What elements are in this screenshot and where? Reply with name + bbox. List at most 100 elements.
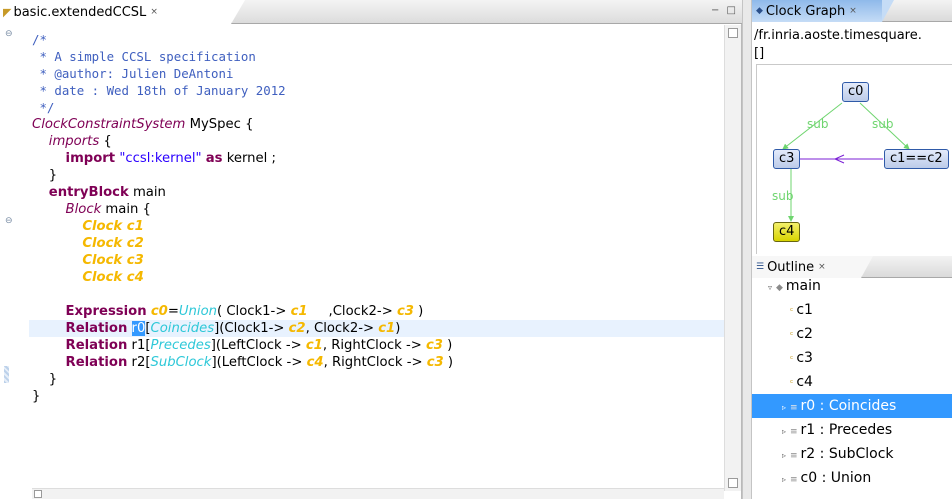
fold-collapse-icon[interactable]: ⊖ <box>5 29 13 39</box>
code-token: Expression <box>65 304 147 319</box>
vertical-scrollbar[interactable] <box>724 25 741 491</box>
code-line[interactable]: import "ccsl:kernel" as kernel ; <box>32 150 724 167</box>
outline-item[interactable]: ▹ ≡ r1 : Precedes <box>752 418 952 442</box>
outline-item-label: r0 : Coincides <box>800 398 897 414</box>
code-token: , RightClock -> <box>323 355 427 370</box>
code-line[interactable]: Relation r2[SubClock](LeftClock -> c4, R… <box>32 354 724 371</box>
ccsl-file-icon: ◤ <box>3 5 12 19</box>
outline-item[interactable]: ▹ ≡ r0 : Coincides <box>752 394 952 418</box>
outline-item-label: c3 <box>796 350 813 366</box>
element-icon: ≡ <box>790 451 798 461</box>
code-line[interactable]: Clock c2 <box>32 235 724 252</box>
graph-node-c0[interactable]: c0 <box>842 82 870 102</box>
code-token: /* <box>32 32 47 47</box>
scroll-up-icon[interactable] <box>728 28 738 38</box>
tab-clock-graph[interactable]: ◆ Clock Graph × <box>752 0 894 22</box>
selected-token: r0 <box>131 321 146 336</box>
outline-item[interactable]: ▿ ◆ main <box>752 274 952 298</box>
outline-item-label: r1 : Precedes <box>800 422 893 438</box>
close-icon[interactable]: × <box>818 262 826 272</box>
edge-label-sub: sub <box>872 117 894 131</box>
code-line[interactable] <box>32 286 724 303</box>
code-line[interactable]: * A simple CCSL specification <box>32 48 724 65</box>
code-token: ](Clock1-> <box>214 321 289 336</box>
code-token: r1[ <box>127 338 151 353</box>
code-token: , RightClock -> <box>322 338 426 353</box>
code-line[interactable]: */ <box>32 99 724 116</box>
code-line[interactable]: } <box>32 388 724 405</box>
editor-tabbar: ◤ basic.extendedCCSL × − □ <box>0 0 742 24</box>
graph-node-c4[interactable]: c4 <box>773 222 801 242</box>
expand-twisty-icon[interactable]: ▿ <box>764 276 776 300</box>
code-line[interactable]: * @author: Julien DeAntoni <box>32 65 724 82</box>
code-line[interactable]: * date : Wed 18th of January 2012 <box>32 82 724 99</box>
code-line[interactable]: Relation r0[Coincides](Clock1-> c2, Cloc… <box>29 320 724 337</box>
code-line[interactable]: } <box>32 371 724 388</box>
code-token: c2 <box>288 321 306 336</box>
outline-item[interactable]: ᶜ c1 <box>752 298 952 322</box>
code-line[interactable]: ClockConstraintSystem MySpec { <box>32 116 724 133</box>
code-token: } <box>32 389 41 404</box>
graph-node-c3[interactable]: c3 <box>773 149 801 169</box>
code-token: } <box>32 372 58 387</box>
code-token: Clock c3 <box>82 253 144 268</box>
code-line[interactable]: Relation r1[Precedes](LeftClock -> c1, R… <box>32 337 724 354</box>
scroll-left-icon[interactable] <box>34 490 42 498</box>
sash[interactable] <box>742 0 752 499</box>
code-token: Clock c2 <box>82 236 144 251</box>
code-line[interactable]: Clock c1 <box>32 218 724 235</box>
code-line[interactable]: imports { <box>32 133 724 150</box>
outline-item[interactable]: ᶜ c2 <box>752 322 952 346</box>
outline-item[interactable]: ᶜ c3 <box>752 346 952 370</box>
code-line[interactable]: Clock c3 <box>32 252 724 269</box>
scroll-down-icon[interactable] <box>728 478 738 488</box>
code-token: Relation <box>65 355 128 370</box>
change-marker <box>4 366 9 383</box>
code-line[interactable]: entryBlock main <box>32 184 724 201</box>
code-line[interactable]: /* <box>32 31 724 48</box>
expand-twisty-icon[interactable]: ▹ <box>778 468 790 492</box>
expand-twisty-icon[interactable]: ▹ <box>778 444 790 468</box>
minimize-maximize-icons[interactable]: − □ <box>711 5 738 16</box>
outline-item[interactable]: ▹ ≡ c0 : Union <box>752 466 952 490</box>
code-token: ](LeftClock -> <box>210 338 306 353</box>
editor-tab[interactable]: ◤ basic.extendedCCSL × <box>0 0 245 24</box>
code-token: SubClock <box>150 355 212 370</box>
code-line[interactable]: Block main { <box>32 201 724 218</box>
code-token: c3 <box>425 338 443 353</box>
code-editor[interactable]: /* * A simple CCSL specification * @auth… <box>29 31 724 405</box>
horizontal-scrollbar[interactable] <box>32 488 724 499</box>
close-icon[interactable]: × <box>849 6 857 16</box>
edge-label-sub: sub <box>772 189 794 203</box>
expand-twisty-icon[interactable]: ▹ <box>778 396 790 420</box>
outline-item-label: c1 <box>796 302 813 318</box>
edge-label-sub: sub <box>807 117 829 131</box>
code-token: ,Clock2-> <box>307 304 397 319</box>
code-token: Relation <box>65 321 128 336</box>
editor-pane: ◤ basic.extendedCCSL × − □ ⊖ ⊖ /* * A si… <box>0 0 742 499</box>
close-icon[interactable]: × <box>150 7 158 17</box>
code-line[interactable]: } <box>32 167 724 184</box>
fold-collapse-icon[interactable]: ⊖ <box>5 216 13 226</box>
clock-graph-tabbar: ◆ Clock Graph × <box>752 0 952 22</box>
element-icon: ◆ <box>776 283 783 293</box>
code-line[interactable]: Clock c4 <box>32 269 724 286</box>
outline-item[interactable]: ▹ ≡ r2 : SubClock <box>752 442 952 466</box>
outline-item[interactable]: ᶜ c4 <box>752 370 952 394</box>
expand-twisty-icon[interactable]: ▹ <box>778 420 790 444</box>
code-token: Coincides <box>150 321 215 336</box>
graph-node-c1-c2[interactable]: c1==c2 <box>884 149 949 169</box>
code-line[interactable]: Expression c0=Union( Clock1-> c1 ,Clock2… <box>32 303 724 320</box>
code-token: c1 <box>305 338 323 353</box>
clock-graph-canvas[interactable]: c0 c3 c1==c2 c4 sub sub sub <box>756 64 952 254</box>
code-token: * A simple CCSL specification <box>32 49 256 64</box>
code-token: } <box>32 168 58 183</box>
code-token: main <box>128 185 166 200</box>
